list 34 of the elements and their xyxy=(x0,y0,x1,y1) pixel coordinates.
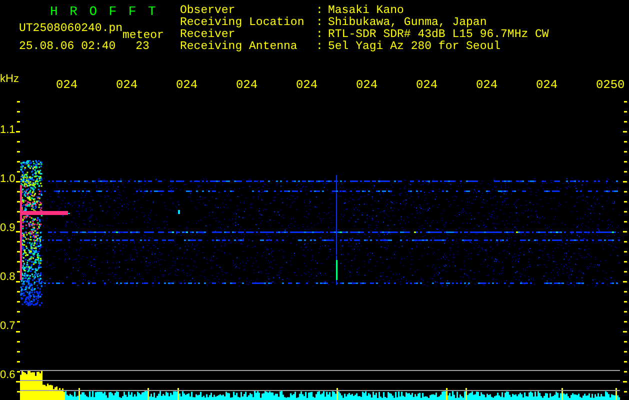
file-name: UT2508060240.pn xyxy=(19,22,123,35)
info-separator: : xyxy=(316,17,324,29)
frequency-axis-label: 0.6 xyxy=(0,368,16,384)
info-label: Receiving Antenna xyxy=(180,41,298,53)
timestamp: 25.08.06 02:40 xyxy=(19,40,116,53)
info-label: Observer xyxy=(180,5,236,17)
event-count: 23 xyxy=(136,40,150,53)
time-axis-label: 0250 xyxy=(596,78,626,92)
frequency-axis-label: 0.8 xyxy=(0,270,16,286)
info-label: Receiving Location xyxy=(180,17,306,29)
frequency-axis-label: 1.0 xyxy=(0,172,16,187)
axis-unit: kHz xyxy=(0,72,19,87)
time-axis-label: 024 xyxy=(236,78,259,92)
time-axis-label: 024 xyxy=(176,78,199,92)
time-axis-label: 024 xyxy=(56,78,79,92)
time-axis-label: 024 xyxy=(296,78,319,92)
time-axis-label: 024 xyxy=(116,78,139,92)
app-title: H R O F F T xyxy=(49,3,159,19)
time-axis-label: 024 xyxy=(476,78,499,92)
info-separator: : xyxy=(316,41,324,53)
info-value: RTL-SDR SDR# 43dB L15 96.7MHz CW xyxy=(328,29,549,41)
info-value: Masaki Kano xyxy=(328,5,405,17)
info-label: Receiver xyxy=(180,29,236,41)
frequency-axis-label: 1.1 xyxy=(0,122,16,138)
info-value: 5el Yagi Az 280 for Seoul xyxy=(328,41,502,53)
frequency-axis-label: 0.7 xyxy=(0,319,16,334)
info-separator: : xyxy=(316,29,324,41)
event-type: meteor xyxy=(122,29,164,42)
time-axis-label: 024 xyxy=(356,78,379,92)
frequency-axis-label: 0.9 xyxy=(0,220,16,236)
time-axis-label: 024 xyxy=(416,78,439,92)
info-separator: : xyxy=(316,5,324,17)
info-value: Shibukawa, Gunma, Japan xyxy=(328,17,488,29)
time-axis-label: 024 xyxy=(536,78,559,92)
